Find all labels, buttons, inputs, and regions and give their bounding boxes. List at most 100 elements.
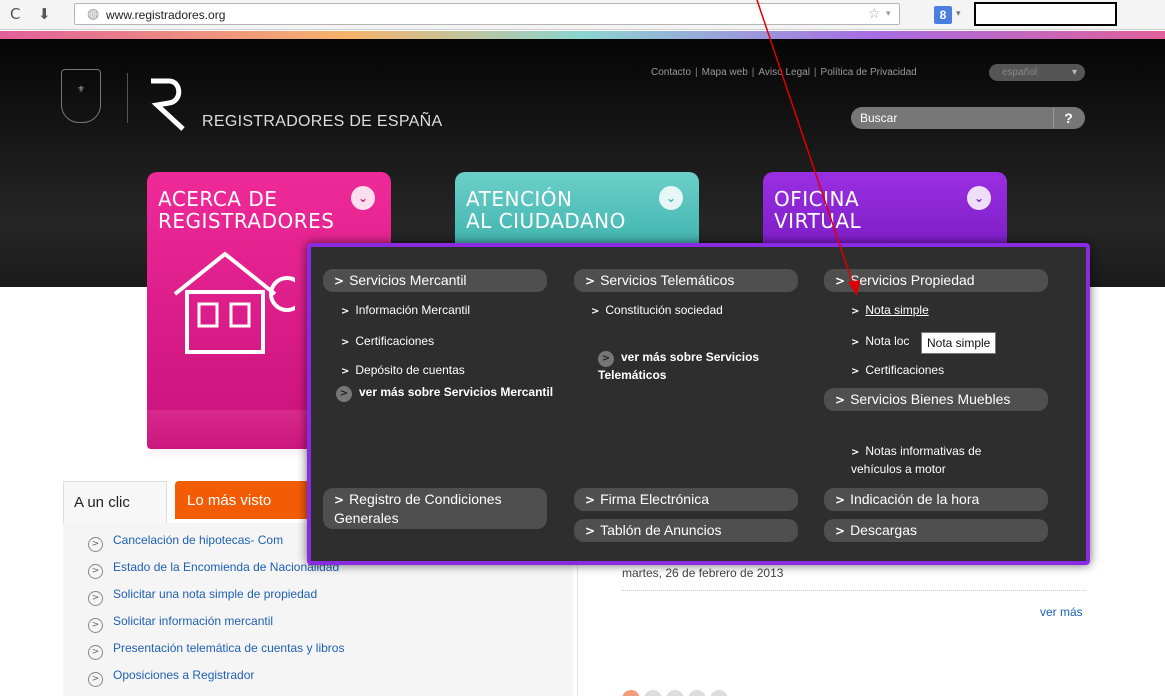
chevron-right-icon: > [341,306,350,317]
list-item-label[interactable]: Cancelación de hipotecas- Com [113,533,283,547]
url-text[interactable]: www.registradores.org [106,8,225,22]
chevron-right-icon: > [585,274,596,288]
chevron-down-icon[interactable]: ⌄ [967,186,991,210]
ver-mas-link[interactable]: ver más [1040,605,1083,619]
menu-item-nota-simple[interactable]: > Nota simple [851,302,929,320]
nav-card-title: OFICINA VIRTUAL [774,187,862,233]
nav-card-title: ATENCIÓN AL CIUDADANO [466,187,626,233]
carousel-dot[interactable] [666,690,684,696]
menu-heading-label: Registro de Condiciones Generales [334,491,502,526]
language-select[interactable]: español ▾ [989,64,1085,81]
logo-divider [127,73,128,123]
menu-heading-servicios-propiedad[interactable]: > Servicios Propiedad [824,269,1048,292]
list-item-label[interactable]: Estado de la Encomienda de Nacionalidad [113,560,339,574]
ver-mas-telematicos-link[interactable]: > ver más sobre Servicios Telemáticos [598,349,798,383]
menu-heading-servicios-mercantil[interactable]: > Servicios Mercantil [323,269,547,292]
list-item[interactable]: > Solicitar una nota simple de propiedad [88,587,344,614]
search-engine-icon[interactable]: 8 [934,6,952,24]
menu-item[interactable]: > Certificaciones [851,362,944,380]
menu-heading-servicios-telematicos[interactable]: > Servicios Telemáticos [574,269,798,292]
chevron-down-icon[interactable]: ⌄ [659,186,683,210]
chevron-right-icon: > [851,447,860,458]
carousel-dot[interactable] [644,690,662,696]
reload-icon[interactable]: C [10,5,20,23]
tab-lo-mas-visto[interactable]: Lo más visto [175,481,315,519]
menu-heading-registro-condiciones[interactable]: > Registro de Condiciones Generales [323,488,547,529]
bookmark-star-icon[interactable]: ☆ [868,6,881,22]
menu-heading-label: Servicios Telemáticos [600,272,735,288]
list-item[interactable]: > Presentación telemática de cuentas y li… [88,641,344,668]
link-aviso-legal[interactable]: Aviso Legal [758,67,810,78]
list-item[interactable]: > Solicitar información mercantil [88,614,344,641]
more-label: ver más sobre Servicios Mercantil [359,385,554,399]
menu-heading-label: Servicios Propiedad [850,272,975,288]
search-input[interactable]: Buscar [860,111,897,125]
list-item-label[interactable]: Solicitar una nota simple de propiedad [113,587,317,601]
menu-heading-indicacion-hora[interactable]: > Indicación de la hora [824,488,1048,511]
nav-card-oficina[interactable]: OFICINA VIRTUAL ⌄ [763,172,1007,249]
menu-item[interactable]: > Certificaciones [341,333,434,351]
nav-card-atencion[interactable]: ATENCIÓN AL CIUDADANO ⌄ [455,172,699,249]
chevron-down-icon[interactable]: ⌄ [351,186,375,210]
menu-item-label: Certificaciones [355,334,435,348]
list-item-label[interactable]: Oposiciones a Registrador [113,668,254,682]
menu-item[interactable]: > Depósito de cuentas [341,362,465,380]
menu-heading-bienes-muebles[interactable]: > Servicios Bienes Muebles [824,388,1048,411]
link-mapa-web[interactable]: Mapa web [702,67,748,78]
menu-heading-tablon-anuncios[interactable]: > Tablón de Anuncios [574,519,798,542]
carousel-dot[interactable] [622,690,640,696]
browser-toolbar: C ⬇ ◍ www.registradores.org ☆ ▾ 8 ▾ [0,0,1165,30]
chevron-right-icon: > [88,564,103,579]
menu-item[interactable]: > Constitución sociedad [591,302,741,320]
chevron-down-icon[interactable]: ▾ [886,9,891,19]
download-icon[interactable]: ⬇ [38,5,51,23]
house-icon [173,251,295,354]
menu-item-label: Información Mercantil [355,303,471,317]
ver-mas-mercantil-link[interactable]: > ver más sobre Servicios Mercantil [336,384,556,402]
chevron-right-icon: > [851,366,860,377]
address-bar[interactable]: ◍ www.registradores.org [74,3,900,25]
carousel-dot[interactable] [688,690,706,696]
menu-item[interactable]: > Información Mercantil [341,302,470,320]
chevron-right-icon: > [88,591,103,606]
list-item[interactable]: > Cancelación de hipotecas- Com [88,533,344,560]
menu-heading-label: Indicación de la hora [850,491,980,507]
menu-item-label: Constitución sociedad [605,303,723,317]
menu-item[interactable]: > Nota loc [851,333,909,351]
chevron-right-icon: > [835,493,846,507]
more-label: ver más sobre Servicios Telemáticos [598,350,760,382]
list-item-label[interactable]: Presentación telemática de cuentas y lib… [113,641,344,655]
language-value: español [1002,67,1038,78]
site-name[interactable]: REGISTRADORES DE ESPAÑA [202,113,442,131]
chevron-down-icon: ▾ [1071,67,1077,78]
separator: | [751,67,755,78]
chevron-right-icon: > [591,306,600,317]
menu-heading-firma-electronica[interactable]: > Firma Electrónica [574,488,798,511]
chevron-right-icon: > [851,337,860,348]
tab-a-un-clic[interactable]: A un clic [63,481,167,523]
list-item[interactable]: > Estado de la Encomienda de Nacionalidad [88,560,344,587]
browser-search-input[interactable] [974,2,1117,26]
logo-r-icon[interactable] [147,75,189,133]
chevron-right-icon: > [835,393,846,407]
chevron-right-icon: > [835,274,846,288]
menu-item-label: Nota simple [865,303,929,317]
chevron-right-icon: > [88,645,103,660]
globe-icon: ◍ [87,6,100,22]
menu-heading-descargas[interactable]: > Descargas [824,519,1048,542]
menu-heading-label: Tablón de Anuncios [600,522,722,538]
menu-heading-label: Descargas [850,522,917,538]
site-search[interactable]: Buscar ? [851,107,1085,129]
list-item[interactable]: > Oposiciones a Registrador [88,668,344,695]
link-privacidad[interactable]: Política de Privacidad [821,67,917,78]
news-separator [622,590,1086,591]
chevron-right-icon: > [88,618,103,633]
menu-item[interactable]: > Notas informativas de vehículos a motor [851,443,1031,477]
chevron-right-icon: > [334,493,345,507]
chevron-down-icon[interactable]: ▾ [956,9,961,19]
list-item-label[interactable]: Solicitar información mercantil [113,614,273,628]
link-contacto[interactable]: Contacto [651,67,691,78]
quick-links-list: > Cancelación de hipotecas- Com > Estado d… [88,533,344,695]
search-submit-icon[interactable]: ? [1053,108,1083,128]
carousel-dot[interactable] [710,690,728,696]
